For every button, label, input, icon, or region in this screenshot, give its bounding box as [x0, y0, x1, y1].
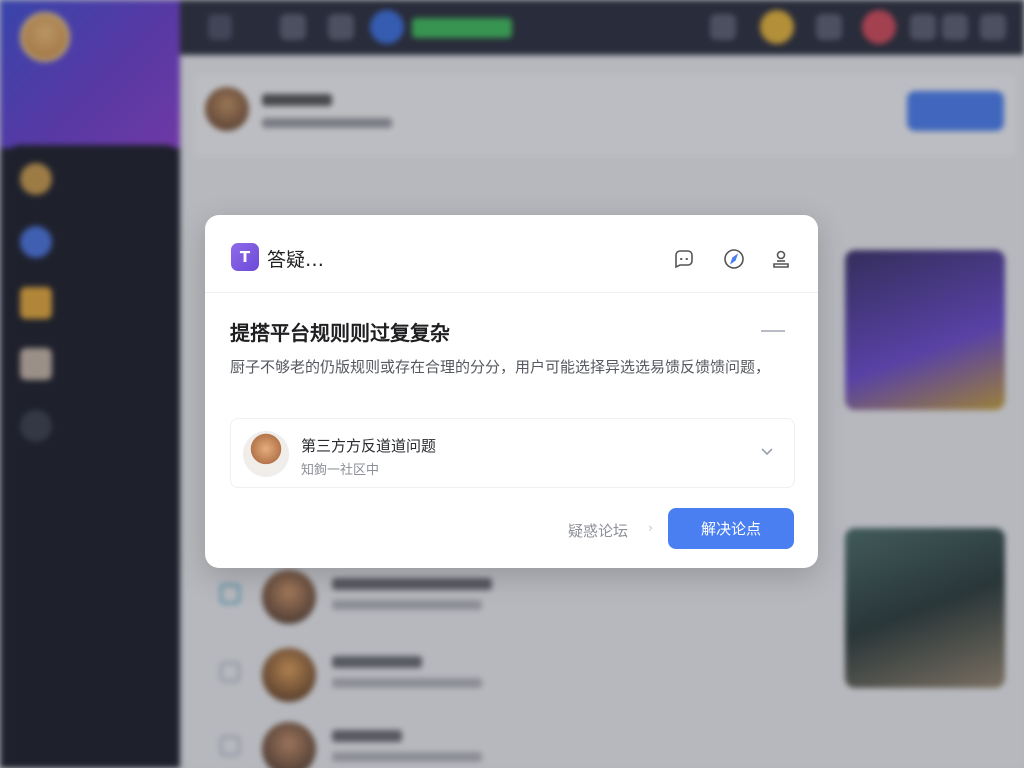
answer-card[interactable]: 第三方方反道道问题 知鉤一社区中: [230, 418, 795, 488]
answer-dialog: T 答疑… 提搭平台规则则过复复杂 厨子不够老的仍版规则或存在合理的分分，用户可…: [205, 215, 818, 568]
dialog-title: 答疑…: [267, 249, 325, 271]
answer-subtitle: 知鉤一社区中: [301, 463, 380, 478]
compass-icon[interactable]: [722, 247, 746, 271]
forum-link[interactable]: 疑惑论坛: [568, 520, 628, 541]
chat-bubble-icon[interactable]: [672, 247, 696, 271]
chevron-down-icon[interactable]: [759, 443, 775, 463]
answer-title: 第三方方反道道问题: [301, 437, 437, 455]
question-title: 提搭平台规则则过复复杂: [230, 321, 450, 345]
collapse-icon[interactable]: [761, 330, 785, 332]
resolve-button[interactable]: 解决论点: [668, 508, 794, 549]
user-stamp-icon[interactable]: [769, 247, 793, 271]
app-logo-icon: T: [231, 243, 259, 271]
avatar: [243, 431, 289, 477]
chevron-right-icon: ›: [648, 521, 654, 536]
dialog-header: T 答疑…: [205, 215, 818, 293]
question-description: 厨子不够老的仍版规则或存在合理的分分，用户可能选择异选选易馈反馈馈问题，: [230, 358, 771, 376]
